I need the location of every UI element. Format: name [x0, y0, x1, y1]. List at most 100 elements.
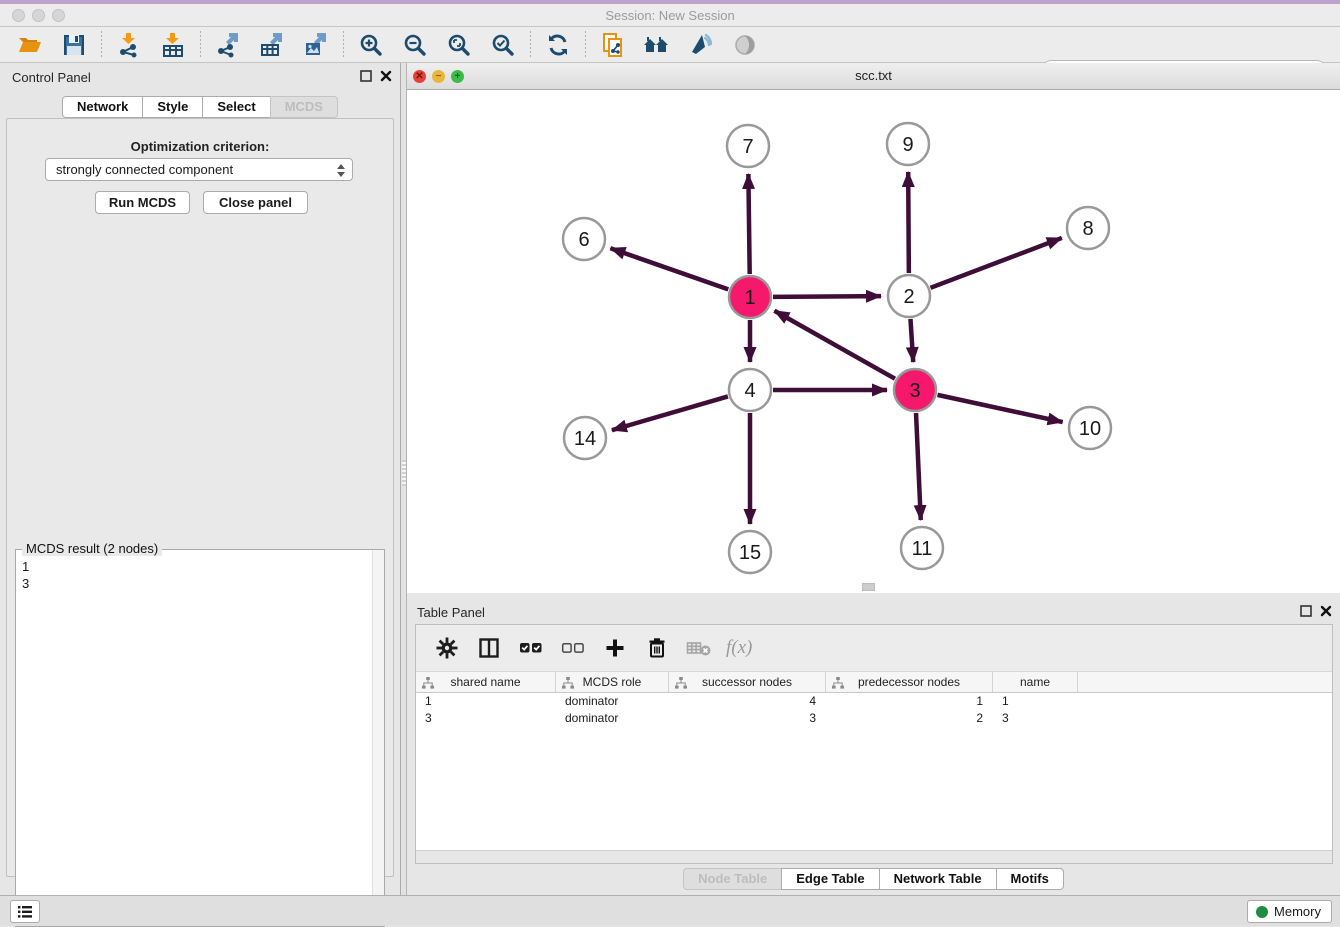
- export-network-icon[interactable]: [213, 30, 243, 60]
- table-cell[interactable]: dominator: [556, 710, 669, 727]
- table-cell[interactable]: 2: [826, 710, 993, 727]
- graph-node-label-6: 6: [578, 229, 589, 251]
- delete-columns-icon[interactable]: [642, 633, 672, 663]
- table-hscrollbar[interactable]: [416, 850, 1332, 863]
- table-cell[interactable]: 1: [993, 693, 1078, 710]
- table-cell[interactable]: 3: [416, 710, 556, 727]
- optimization-criterion-label: Optimization criterion:: [7, 139, 393, 154]
- graph-edge-1-2[interactable]: [773, 296, 881, 297]
- tab-style[interactable]: Style: [142, 96, 203, 118]
- save-session-icon[interactable]: [59, 30, 89, 60]
- toolbar-separator: [200, 31, 201, 59]
- result-scrollbar[interactable]: [372, 550, 384, 926]
- tab-mcds[interactable]: MCDS: [270, 96, 338, 118]
- delete-table-icon: [684, 633, 714, 663]
- toolbar-separator: [585, 31, 586, 59]
- graph-edge-2-3[interactable]: [910, 319, 913, 362]
- network-resize-grip[interactable]: [862, 583, 875, 591]
- show-hide-icon[interactable]: [730, 30, 760, 60]
- import-network-icon[interactable]: [114, 30, 144, 60]
- criterion-value: strongly connected component: [56, 162, 233, 177]
- select-all-columns-icon[interactable]: [516, 633, 546, 663]
- network-graph-canvas[interactable]: 7968124314101511: [407, 90, 1340, 593]
- graph-edge-2-8[interactable]: [931, 238, 1062, 288]
- column-header-successor-nodes[interactable]: successor nodes: [669, 672, 826, 692]
- toolbar-separator: [101, 31, 102, 59]
- zoom-out-icon[interactable]: [400, 30, 430, 60]
- table-cell[interactable]: 4: [669, 693, 826, 710]
- table-panel-title: Table Panel: [417, 605, 485, 620]
- graph-node-label-9: 9: [902, 134, 913, 156]
- table-cell[interactable]: 3: [669, 710, 826, 727]
- control-panel: Control Panel NetworkStyleSelectMCDS Opt…: [0, 63, 400, 895]
- clone-network-icon[interactable]: [598, 30, 628, 60]
- zoom-in-icon[interactable]: [356, 30, 386, 60]
- apply-style-icon[interactable]: [686, 30, 716, 60]
- network-window-titlebar[interactable]: ✕ − + scc.txt: [407, 63, 1340, 90]
- float-table-panel-icon[interactable]: [1300, 605, 1312, 617]
- table-row[interactable]: 3dominator323: [416, 710, 1332, 727]
- control-panel-title: Control Panel: [12, 70, 91, 85]
- export-image-icon[interactable]: [301, 30, 331, 60]
- home-icon[interactable]: [642, 30, 672, 60]
- add-column-icon[interactable]: [600, 633, 630, 663]
- import-table-icon[interactable]: [158, 30, 188, 60]
- graph-edge-1-6[interactable]: [610, 248, 728, 289]
- column-header-MCDS-role[interactable]: MCDS role: [556, 672, 669, 692]
- graph-edge-4-14[interactable]: [612, 396, 728, 430]
- zoom-fit-icon[interactable]: [444, 30, 474, 60]
- tab-network[interactable]: Network: [62, 96, 143, 118]
- column-header-predecessor-nodes[interactable]: predecessor nodes: [826, 672, 993, 692]
- table-cell[interactable]: dominator: [556, 693, 669, 710]
- tab-select[interactable]: Select: [202, 96, 270, 118]
- table-row[interactable]: 1dominator411: [416, 693, 1332, 710]
- graph-node-label-14: 14: [574, 428, 596, 450]
- table-cell[interactable]: 1: [826, 693, 993, 710]
- float-panel-icon[interactable]: [360, 70, 372, 82]
- close-panel-icon[interactable]: [380, 70, 392, 82]
- window-title: Session: New Session: [0, 8, 1340, 23]
- panel-splitter[interactable]: [400, 63, 407, 895]
- unselect-all-columns-icon[interactable]: [558, 633, 588, 663]
- show-columns-icon[interactable]: [474, 633, 504, 663]
- control-panel-header: Control Panel: [0, 63, 400, 90]
- table-panel: Table Panel: [407, 598, 1340, 895]
- splitter-grip[interactable]: [402, 460, 406, 486]
- task-manager-button[interactable]: [10, 900, 40, 923]
- memory-label: Memory: [1274, 904, 1321, 919]
- tab-node-table[interactable]: Node Table: [683, 868, 782, 890]
- graph-node-label-11: 11: [912, 538, 933, 560]
- graph-node-label-1: 1: [744, 287, 755, 309]
- graph-node-label-2: 2: [903, 286, 914, 308]
- table-cell[interactable]: 3: [993, 710, 1078, 727]
- export-table-icon[interactable]: [257, 30, 287, 60]
- table-body: 1dominator4113dominator323: [416, 693, 1332, 850]
- tab-motifs[interactable]: Motifs: [996, 868, 1064, 890]
- column-header-name[interactable]: name: [993, 672, 1078, 692]
- graph-edge-3-11[interactable]: [916, 413, 921, 520]
- graph-edge-2-9[interactable]: [908, 172, 909, 273]
- close-table-panel-icon[interactable]: [1320, 605, 1332, 617]
- tab-edge-table[interactable]: Edge Table: [781, 868, 879, 890]
- column-header-shared-name[interactable]: shared name: [416, 672, 556, 692]
- zoom-selected-icon[interactable]: [488, 30, 518, 60]
- network-view-window: ✕ − + scc.txt 7968124314101511: [407, 63, 1340, 593]
- toolbar-separator: [530, 31, 531, 59]
- memory-button[interactable]: Memory: [1247, 900, 1332, 923]
- graph-edge-3-1[interactable]: [774, 311, 895, 379]
- table-cell[interactable]: 1: [416, 693, 556, 710]
- open-session-icon[interactable]: [15, 30, 45, 60]
- tab-network-table[interactable]: Network Table: [879, 868, 997, 890]
- graph-edge-3-10[interactable]: [937, 395, 1062, 422]
- run-mcds-button[interactable]: Run MCDS: [95, 191, 190, 214]
- table-settings-icon[interactable]: [432, 633, 462, 663]
- graph-edge-1-7[interactable]: [748, 174, 749, 274]
- criterion-select[interactable]: strongly connected component: [45, 158, 353, 181]
- close-panel-button[interactable]: Close panel: [203, 191, 308, 214]
- mcds-result-box: MCDS result (2 nodes) 1 3: [15, 549, 385, 927]
- table-panel-header: Table Panel: [407, 598, 1340, 625]
- main-toolbar: [0, 27, 1340, 63]
- refresh-icon[interactable]: [543, 30, 573, 60]
- column-type-icon: [675, 677, 687, 689]
- task-list-icon: [17, 905, 33, 919]
